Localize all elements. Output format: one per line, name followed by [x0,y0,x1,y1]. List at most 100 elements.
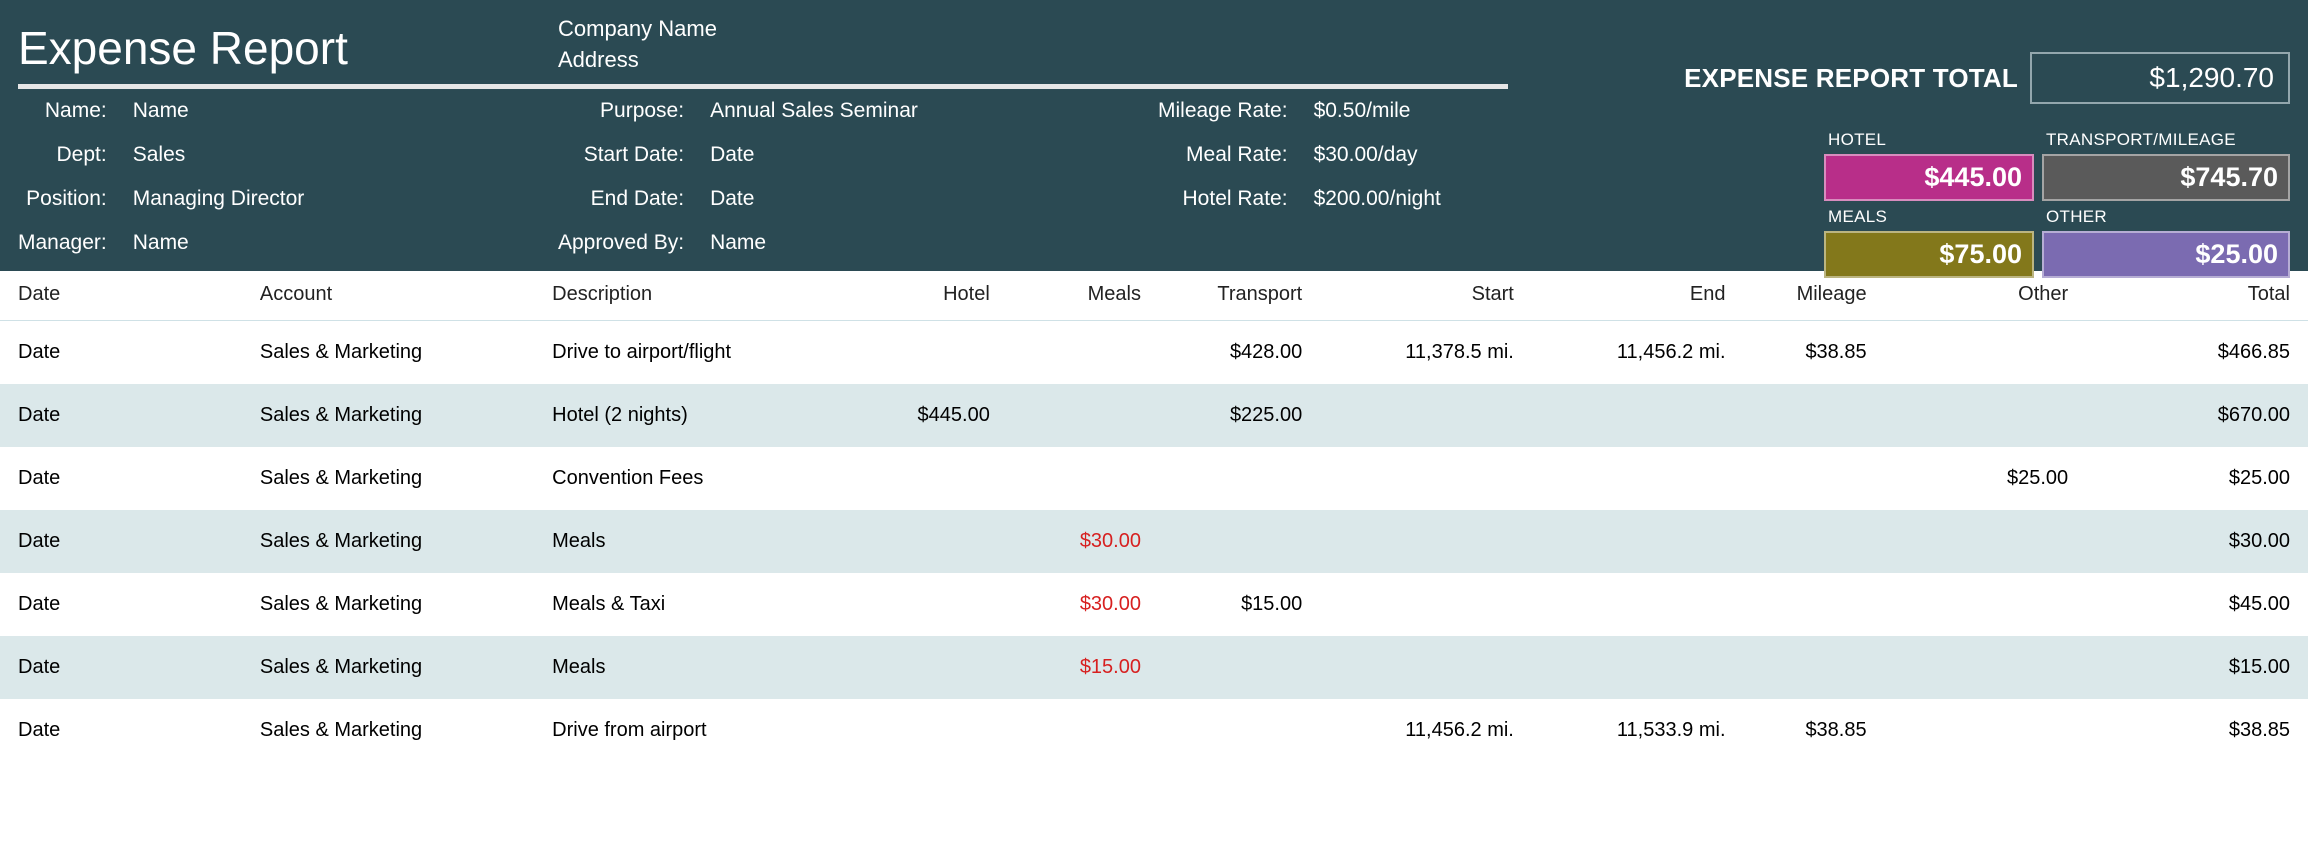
col-total: Total [2086,271,2308,321]
cell-transport: $225.00 [1159,384,1320,447]
info-position-label: Position: [18,187,107,211]
cell-description: Convention Fees [534,447,857,510]
cell-hotel [857,447,1008,510]
cell-total: $45.00 [2086,573,2308,636]
cell-hotel [857,320,1008,384]
info-mealrate-value: $30.00/day [1314,143,1538,167]
info-manager-label: Manager: [18,231,107,255]
cell-hotel [857,699,1008,762]
info-mealrate-label: Meal Rate: [1158,143,1288,167]
page-title: Expense Report [18,14,558,72]
cell-mileage [1744,510,1885,573]
cell-end [1532,447,1744,510]
cell-transport [1159,510,1320,573]
cell-hotel [857,510,1008,573]
info-approved-label: Approved By: [558,231,684,255]
cell-date: Date [0,320,242,384]
cell-account: Sales & Marketing [242,384,534,447]
summary-transport-label: TRANSPORT/MILEAGE [2042,130,2290,150]
cell-end [1532,384,1744,447]
info-hotelrate-value: $200.00/night [1314,187,1538,211]
info-enddate-label: End Date: [558,187,684,211]
col-date: Date [0,271,242,321]
cell-date: Date [0,510,242,573]
table-row: DateSales & MarketingConvention Fees$25.… [0,447,2308,510]
info-purpose-label: Purpose: [558,99,684,123]
cell-mileage [1744,384,1885,447]
cell-total: $15.00 [2086,636,2308,699]
cell-date: Date [0,636,242,699]
summary-cards: HOTEL $445.00 TRANSPORT/MILEAGE $745.70 … [1824,130,2290,278]
info-hotelrate-label: Hotel Rate: [1158,187,1288,211]
grand-total-value: $1,290.70 [2030,52,2290,104]
cell-total: $466.85 [2086,320,2308,384]
cell-start [1320,384,1532,447]
summary-hotel: HOTEL $445.00 [1824,130,2034,201]
cell-start: 11,456.2 mi. [1320,699,1532,762]
cell-other [1885,699,2087,762]
cell-mileage: $38.85 [1744,320,1885,384]
cell-date: Date [0,699,242,762]
col-transport: Transport [1159,271,1320,321]
info-mileagerate-value: $0.50/mile [1314,99,1538,123]
col-other: Other [1885,271,2087,321]
cell-meals [1008,699,1159,762]
cell-meals: $15.00 [1008,636,1159,699]
cell-mileage [1744,447,1885,510]
col-account: Account [242,271,534,321]
info-manager-value: Name [133,231,558,255]
info-purpose-value: Annual Sales Seminar [710,99,1158,123]
cell-other [1885,510,2087,573]
cell-end [1532,636,1744,699]
grand-total-label: EXPENSE REPORT TOTAL [1684,63,2018,94]
cell-total: $30.00 [2086,510,2308,573]
cell-other [1885,384,2087,447]
cell-account: Sales & Marketing [242,320,534,384]
cell-hotel: $445.00 [857,384,1008,447]
cell-transport: $15.00 [1159,573,1320,636]
cell-end [1532,510,1744,573]
cell-start: 11,378.5 mi. [1320,320,1532,384]
cell-hotel [857,573,1008,636]
grand-total: EXPENSE REPORT TOTAL $1,290.70 [1684,52,2290,104]
company-name: Company Name [558,14,2290,45]
info-enddate-value: Date [710,187,1158,211]
summary-transport-value: $745.70 [2042,154,2290,201]
info-approved-value: Name [710,231,1158,255]
cell-other [1885,636,2087,699]
cell-description: Hotel (2 nights) [534,384,857,447]
summary-meals: MEALS $75.00 [1824,207,2034,278]
col-mileage: Mileage [1744,271,1885,321]
col-description: Description [534,271,857,321]
cell-account: Sales & Marketing [242,699,534,762]
cell-other: $25.00 [1885,447,2087,510]
cell-total: $25.00 [2086,447,2308,510]
info-name-label: Name: [18,99,107,123]
header-divider [18,84,1508,89]
summary-meals-value: $75.00 [1824,231,2034,278]
info-mileagerate-label: Mileage Rate: [1158,99,1288,123]
cell-description: Drive from airport [534,699,857,762]
cell-start [1320,636,1532,699]
cell-meals [1008,447,1159,510]
col-meals: Meals [1008,271,1159,321]
cell-transport [1159,447,1320,510]
cell-mileage [1744,573,1885,636]
cell-description: Meals & Taxi [534,573,857,636]
cell-meals: $30.00 [1008,510,1159,573]
summary-other-label: OTHER [2042,207,2290,227]
table-row: DateSales & MarketingMeals & Taxi$30.00$… [0,573,2308,636]
summary-hotel-value: $445.00 [1824,154,2034,201]
cell-start [1320,573,1532,636]
cell-total: $670.00 [2086,384,2308,447]
cell-meals: $30.00 [1008,573,1159,636]
table-row: DateSales & MarketingDrive to airport/fl… [0,320,2308,384]
summary-hotel-label: HOTEL [1824,130,2034,150]
table-row: DateSales & MarketingHotel (2 nights)$44… [0,384,2308,447]
cell-start [1320,510,1532,573]
cell-account: Sales & Marketing [242,573,534,636]
cell-date: Date [0,573,242,636]
cell-date: Date [0,384,242,447]
summary-transport: TRANSPORT/MILEAGE $745.70 [2042,130,2290,201]
info-startdate-value: Date [710,143,1158,167]
